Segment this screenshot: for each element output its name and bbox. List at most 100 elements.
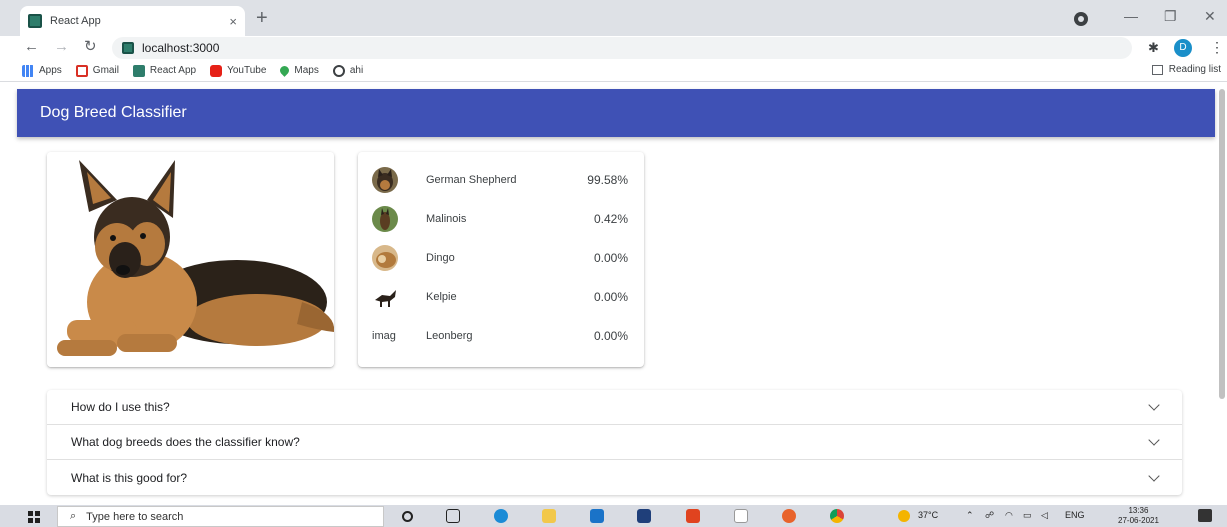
tab-close-icon[interactable]: ×: [229, 14, 237, 29]
firefox-icon[interactable]: [782, 509, 796, 523]
bookmark-label: Gmail: [92, 65, 119, 76]
breed-name: Malinois: [426, 212, 467, 225]
file-explorer-icon[interactable]: [542, 509, 556, 523]
network-icon[interactable]: ☍: [985, 510, 994, 521]
breed-probability: 99.58%: [587, 172, 628, 187]
input-language[interactable]: ENG: [1065, 510, 1085, 520]
app-header: Dog Breed Classifier: [17, 89, 1215, 137]
result-row: imag Leonberg 0.00%: [358, 316, 644, 355]
search-icon: ⌕: [70, 510, 77, 522]
bookmark-label: Maps: [294, 65, 319, 76]
page-scrollbar[interactable]: [1219, 89, 1225, 399]
prediction-results-card: German Shepherd 99.58% Malinois 0.42% Di…: [358, 152, 644, 367]
minimize-icon[interactable]: —: [1124, 8, 1138, 24]
youtube-icon: [210, 64, 223, 77]
chevron-down-icon: [1148, 434, 1160, 446]
windows-start-icon[interactable]: [28, 511, 40, 523]
clock-time: 13:36: [1128, 506, 1149, 515]
kelpie-thumbnail: [372, 283, 398, 310]
apps-grid-icon: [22, 64, 34, 77]
dingo-thumbnail: [372, 244, 398, 271]
chrome-icon[interactable]: [830, 509, 844, 523]
bookmark-label: Apps: [39, 65, 62, 76]
result-row: Dingo 0.00%: [358, 238, 644, 277]
bookmark-maps[interactable]: Maps: [278, 64, 319, 77]
forward-icon[interactable]: →: [54, 38, 69, 56]
tab-title: React App: [50, 15, 101, 27]
faq-question: What is this good for?: [71, 470, 188, 485]
faq-item-good-for[interactable]: What is this good for?: [47, 460, 1182, 495]
browser-tab[interactable]: React App ×: [20, 6, 245, 36]
back-icon[interactable]: ←: [24, 38, 39, 56]
uploaded-image-card: [47, 152, 334, 367]
wifi-icon[interactable]: ◠: [1005, 510, 1013, 521]
malinois-thumbnail: [372, 205, 398, 232]
breed-name: Leonberg: [426, 329, 473, 342]
breed-name: Kelpie: [426, 290, 457, 303]
page-title: Dog Breed Classifier: [40, 104, 187, 121]
clock-date: 27-06-2021: [1118, 516, 1159, 525]
broken-image-placeholder: imag: [372, 329, 396, 342]
bookmark-label: ahi: [349, 65, 364, 76]
new-tab-button[interactable]: +: [256, 8, 268, 28]
chevron-down-icon: [1148, 399, 1160, 411]
result-row: Malinois 0.42%: [358, 199, 644, 238]
cortana-icon[interactable]: [402, 511, 413, 522]
react-app-favicon-icon: [28, 14, 42, 28]
office-icon[interactable]: [686, 509, 700, 523]
result-row: German Shepherd 99.58%: [358, 160, 644, 199]
close-window-icon[interactable]: ✕: [1204, 8, 1216, 25]
windows-taskbar: ⌕ Type here to search 37°C ⌃ ☍ ◠ ▭ ◁ ENG…: [0, 505, 1227, 527]
gmail-icon: [75, 64, 88, 77]
edge-icon[interactable]: [494, 509, 508, 523]
react-app-favicon-icon: [132, 64, 145, 77]
volume-icon[interactable]: ◁: [1041, 510, 1048, 521]
breed-name: Dingo: [426, 251, 455, 264]
reload-icon[interactable]: ↻: [84, 38, 97, 56]
chrome-menu-icon[interactable]: ⋮: [1210, 39, 1224, 56]
address-bar[interactable]: localhost:3000: [112, 37, 1132, 59]
browser-tab-strip: React App × + — ❐ ✕: [0, 0, 1227, 36]
chrome-media-icon[interactable]: [1074, 12, 1088, 26]
profile-avatar[interactable]: D: [1174, 39, 1192, 57]
bookmark-gmail[interactable]: Gmail: [75, 64, 119, 77]
amazon-icon[interactable]: [734, 509, 748, 523]
taskbar-clock[interactable]: 13:36 27-06-2021: [1118, 506, 1159, 526]
reading-list-icon: [1151, 64, 1163, 75]
faq-accordion: How do I use this? What dog breeds does …: [47, 390, 1182, 495]
task-view-icon[interactable]: [446, 509, 460, 523]
bookmark-ahi[interactable]: ahi: [332, 64, 364, 77]
site-favicon-icon: [122, 42, 134, 54]
reading-list-button[interactable]: Reading list: [1151, 64, 1221, 75]
faq-question: What dog breeds does the classifier know…: [71, 435, 300, 449]
weather-sun-icon: [898, 510, 910, 522]
breed-probability: 0.00%: [593, 289, 628, 304]
notification-center-icon[interactable]: [1198, 509, 1212, 522]
globe-icon: [332, 64, 345, 77]
bookmarks-bar: Apps Gmail React App YouTube Maps ahi Re…: [0, 60, 1227, 82]
bookmark-label: YouTube: [227, 65, 267, 76]
battery-icon[interactable]: ▭: [1023, 510, 1032, 521]
german-shepherd-thumbnail: [372, 166, 398, 193]
chevron-down-icon: [1148, 469, 1160, 482]
bookmark-youtube[interactable]: YouTube: [210, 64, 267, 77]
search-placeholder: Type here to search: [86, 510, 184, 523]
reading-list-label: Reading list: [1168, 64, 1221, 75]
bookmark-label: React App: [149, 65, 197, 76]
extensions-puzzle-icon[interactable]: ✱: [1148, 40, 1159, 56]
breed-probability: 0.00%: [593, 250, 628, 265]
dropbox-icon[interactable]: [637, 509, 651, 523]
browser-toolbar: ← → ↻ localhost:3000 ✱ D ⋮: [0, 36, 1227, 60]
taskbar-search-input[interactable]: ⌕ Type here to search: [57, 506, 384, 527]
breed-probability: 0.00%: [593, 328, 628, 343]
faq-question: How do I use this?: [71, 400, 170, 414]
bookmark-react-app[interactable]: React App: [132, 64, 197, 77]
maps-pin-icon: [278, 64, 292, 77]
bookmark-apps[interactable]: Apps: [22, 64, 62, 77]
tray-chevron-up-icon[interactable]: ⌃: [966, 510, 974, 521]
faq-item-known-breeds[interactable]: What dog breeds does the classifier know…: [47, 425, 1182, 460]
result-row: Kelpie 0.00%: [358, 277, 644, 316]
mail-icon[interactable]: [590, 509, 604, 523]
restore-icon[interactable]: ❐: [1164, 8, 1177, 25]
faq-item-how-to-use[interactable]: How do I use this?: [47, 390, 1182, 425]
